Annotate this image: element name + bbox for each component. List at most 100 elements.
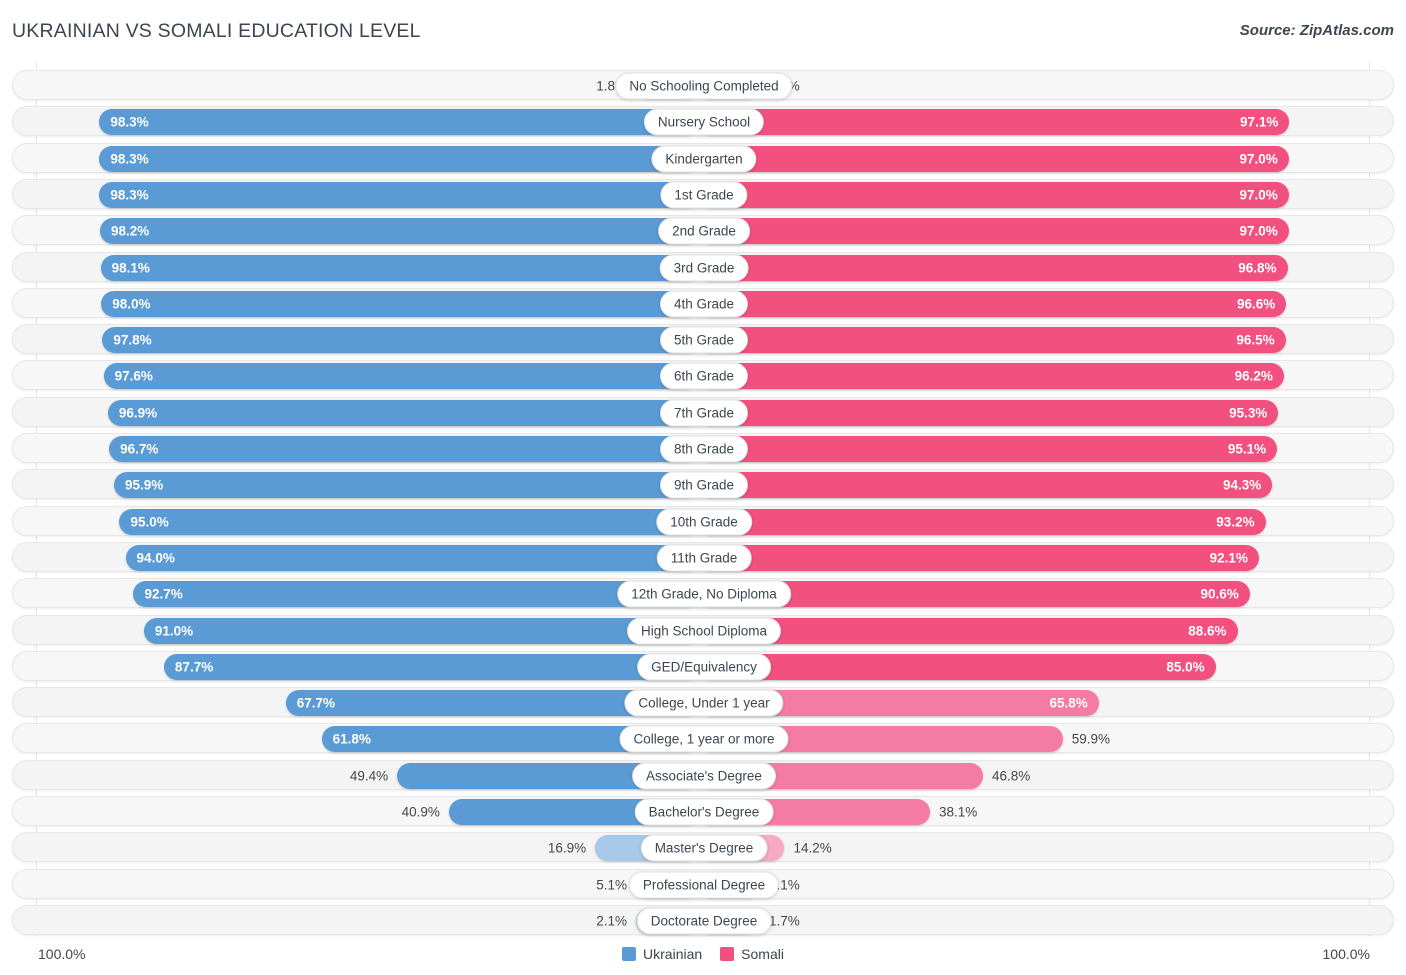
category-label[interactable]: 3rd Grade xyxy=(659,254,749,281)
category-label[interactable]: Bachelor's Degree xyxy=(634,798,774,826)
table-row[interactable]: 1.8%2.9%No Schooling Completed xyxy=(12,70,1394,100)
bar-somali[interactable]: 95.3% xyxy=(698,399,1279,426)
row-bars: 61.8% 59.9% College, 1 year or more xyxy=(13,724,1395,754)
bar-value-ukrainian: 87.7% xyxy=(174,659,214,675)
bar-ukrainian[interactable]: 98.3% xyxy=(99,181,698,208)
legend-item-ukrainian[interactable]: Ukrainian xyxy=(622,946,702,962)
bar-somali[interactable]: 92.1% xyxy=(698,544,1259,571)
bar-value-somali: 88.6% xyxy=(1188,623,1227,638)
table-row[interactable]: 98.3% 97.0% 1st Grade xyxy=(12,178,1395,210)
category-label[interactable]: College, Under 1 year xyxy=(624,689,784,717)
bar-ukrainian[interactable]: 96.7% xyxy=(109,436,698,462)
row-bars: 96.9% 95.3% 7th Grade xyxy=(13,398,1395,428)
bar-value-somali: 96.5% xyxy=(1236,332,1275,348)
category-label[interactable]: 4th Grade xyxy=(659,290,749,318)
bar-value-ukrainian: 49.4% xyxy=(349,768,389,784)
category-label[interactable]: 10th Grade xyxy=(656,508,752,536)
table-row[interactable]: 98.1% 96.8% 3rd Grade xyxy=(12,251,1394,282)
table-row[interactable]: 40.9% 38.1% Bachelor's Degree xyxy=(12,796,1394,826)
category-label[interactable]: 9th Grade xyxy=(659,471,749,499)
bar-somali[interactable]: 97.0% xyxy=(698,145,1289,172)
row-bars: 96.7% 95.1% 8th Grade xyxy=(13,434,1395,464)
category-label[interactable]: 11th Grade xyxy=(656,544,752,572)
category-label[interactable]: 8th Grade xyxy=(659,435,749,463)
bar-somali[interactable]: 93.2% xyxy=(698,508,1266,535)
table-row[interactable]: 67.7% 65.8% College, Under 1 year xyxy=(12,687,1394,718)
category-label[interactable]: 6th Grade xyxy=(659,362,749,390)
category-label[interactable]: 12th Grade, No Diploma xyxy=(617,580,791,608)
category-label[interactable]: Professional Degree xyxy=(628,871,780,899)
category-label[interactable]: 2nd Grade xyxy=(658,217,750,245)
bar-somali[interactable]: 97.1% xyxy=(698,109,1290,136)
table-row[interactable]: 98.3% 97.0% Kindergarten xyxy=(12,142,1394,173)
bar-somali[interactable]: 94.3% xyxy=(698,472,1273,499)
bar-value-ukrainian: 96.9% xyxy=(118,405,158,421)
legend-item-somali[interactable]: Somali xyxy=(720,946,784,962)
table-row[interactable]: 16.9% 14.2% Master's Degree xyxy=(12,832,1394,863)
row-bars: 1.8%2.9%No Schooling Completed xyxy=(13,71,1395,101)
bar-ukrainian[interactable]: 98.2% xyxy=(99,218,698,245)
bar-value-ukrainian: 16.9% xyxy=(547,840,587,856)
bar-somali[interactable]: 96.8% xyxy=(698,254,1288,281)
row-bars: 98.3% 97.0% 1st Grade xyxy=(13,180,1395,210)
bar-somali[interactable]: 96.6% xyxy=(698,290,1287,317)
bar-ukrainian[interactable]: 97.6% xyxy=(103,363,698,390)
category-label[interactable]: Master's Degree xyxy=(640,834,768,862)
bar-somali[interactable]: 95.1% xyxy=(698,436,1278,462)
bar-ukrainian[interactable]: 98.0% xyxy=(101,290,698,317)
category-label[interactable]: 1st Grade xyxy=(660,181,748,209)
bar-ukrainian[interactable]: 92.7% xyxy=(133,581,698,608)
table-row[interactable]: 96.7% 95.1% 8th Grade xyxy=(12,433,1394,463)
table-row[interactable]: 94.0% 92.1% 11th Grade xyxy=(12,541,1394,572)
bar-value-ukrainian: 95.9% xyxy=(124,477,164,493)
table-row[interactable]: 49.4% 46.8% Associate's Degree xyxy=(12,759,1394,790)
table-row[interactable]: 5.1% 4.1% Professional Degree xyxy=(12,868,1394,899)
table-row[interactable]: 95.0% 93.2% 10th Grade xyxy=(12,505,1394,536)
bar-somali[interactable]: 85.0% xyxy=(698,653,1216,680)
bar-value-ukrainian: 98.2% xyxy=(110,223,150,239)
table-row[interactable]: 95.9% 94.3% 9th Grade xyxy=(12,469,1394,500)
table-row[interactable]: 97.6% 96.2% 6th Grade xyxy=(12,360,1394,391)
category-label[interactable]: Nursery School xyxy=(643,108,765,136)
bar-ukrainian[interactable]: 98.3% xyxy=(99,145,698,172)
bar-value-somali: 90.6% xyxy=(1200,586,1239,602)
bar-value-ukrainian: 5.1% xyxy=(596,877,627,893)
bar-ukrainian[interactable]: 87.7% xyxy=(163,653,698,680)
bar-ukrainian[interactable]: 95.9% xyxy=(113,472,698,499)
bar-ukrainian[interactable]: 98.3% xyxy=(99,109,698,136)
table-row[interactable]: 91.0% 88.6% High School Diploma xyxy=(12,614,1394,645)
bar-value-ukrainian: 98.0% xyxy=(112,296,151,312)
category-label[interactable]: Associate's Degree xyxy=(632,762,776,790)
row-bars: 40.9% 38.1% Bachelor's Degree xyxy=(13,797,1395,827)
bar-ukrainian[interactable]: 94.0% xyxy=(125,544,698,571)
category-label[interactable]: GED/Equivalency xyxy=(637,653,771,681)
table-row[interactable]: 96.9% 95.3% 7th Grade xyxy=(12,396,1395,428)
table-row[interactable]: 92.7% 90.6% 12th Grade, No Diploma xyxy=(12,578,1395,609)
row-bars: 92.7% 90.6% 12th Grade, No Diploma xyxy=(13,579,1395,609)
row-bars: 2.1% 1.7% Doctorate Degree xyxy=(13,906,1395,936)
bar-ukrainian[interactable]: 95.0% xyxy=(119,508,698,535)
table-row[interactable]: 2.1% 1.7% Doctorate Degree xyxy=(12,904,1395,936)
table-row[interactable]: 61.8% 59.9% College, 1 year or more xyxy=(12,723,1395,754)
category-label[interactable]: Kindergarten xyxy=(651,145,757,173)
bar-somali[interactable]: 97.0% xyxy=(698,218,1289,245)
bar-somali[interactable]: 96.5% xyxy=(698,327,1286,354)
table-row[interactable]: 87.7% 85.0% GED/Equivalency xyxy=(12,650,1394,681)
bar-somali[interactable]: 97.0% xyxy=(698,181,1289,208)
table-row[interactable]: 97.8% 96.5% 5th Grade xyxy=(12,324,1394,355)
category-label[interactable]: Doctorate Degree xyxy=(636,907,772,935)
category-label[interactable]: High School Diploma xyxy=(626,617,782,644)
category-label[interactable]: 5th Grade xyxy=(659,326,749,354)
category-label[interactable]: College, 1 year or more xyxy=(619,725,789,753)
bar-ukrainian[interactable]: 91.0% xyxy=(143,617,698,644)
bar-somali[interactable]: 96.2% xyxy=(698,363,1284,390)
bar-ukrainian[interactable]: 96.9% xyxy=(107,399,698,426)
table-row[interactable]: 98.2% 97.0% 2nd Grade xyxy=(12,215,1394,246)
category-label[interactable]: 7th Grade xyxy=(659,399,749,427)
category-label[interactable]: No Schooling Completed xyxy=(615,72,793,100)
table-row[interactable]: 98.3% 97.1% Nursery School xyxy=(12,106,1394,137)
bar-ukrainian[interactable]: 97.8% xyxy=(102,327,698,354)
bar-value-ukrainian: 98.3% xyxy=(110,151,149,167)
bar-ukrainian[interactable]: 98.1% xyxy=(100,254,698,281)
table-row[interactable]: 98.0% 96.6% 4th Grade xyxy=(12,287,1394,318)
